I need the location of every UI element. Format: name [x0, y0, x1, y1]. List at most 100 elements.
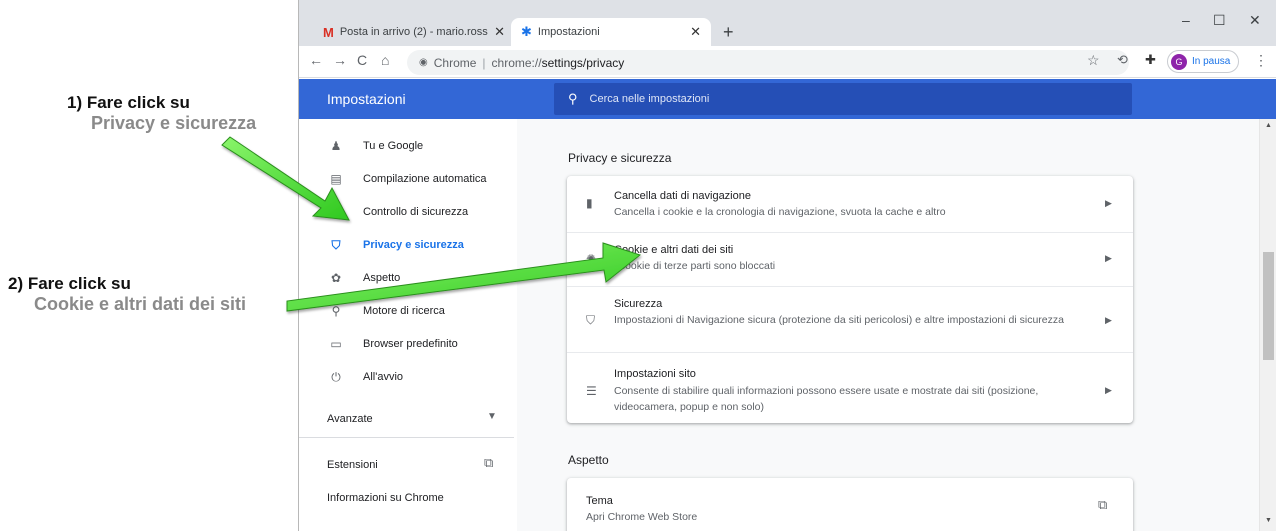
menu-dots-icon[interactable]: ⋮ — [1254, 52, 1268, 69]
omnibox-separator: | — [482, 55, 486, 70]
open-external-icon[interactable]: ⧉ — [484, 455, 493, 471]
sidebar-item-label: Aspetto — [363, 272, 401, 284]
cookie-icon: ✺ — [586, 252, 597, 266]
scroll-down-icon[interactable]: ▼ — [1265, 517, 1272, 524]
url-host: chrome:// — [491, 55, 542, 70]
shield-check-icon: ◈ — [331, 205, 341, 219]
scrollbar-thumb[interactable] — [1263, 252, 1274, 360]
row-title: Impostazioni sito — [614, 368, 696, 380]
bookmark-star-icon[interactable]: ☆ — [1087, 52, 1100, 69]
chevron-down-icon[interactable]: ▼ — [487, 411, 497, 422]
trash-icon: ▮ — [586, 196, 593, 210]
annotation-step-2-label: 2) Fare click su — [8, 274, 131, 293]
sidebar-item-search-engine[interactable]: ⚲ Motore di ricerca — [299, 296, 517, 326]
tab-gmail[interactable]: M Posta in arrivo (2) - mario.rossi@ ✕ — [313, 18, 515, 46]
maximize-button[interactable]: ☐ — [1213, 12, 1226, 29]
annotation-step-2: 2) Fare click su Cookie e altri dati dei… — [8, 274, 246, 314]
row-cookies[interactable]: ✺ Cookie e altri dati dei siti I cookie … — [567, 232, 1133, 286]
sidebar-advanced[interactable]: Avanzate — [327, 413, 373, 425]
window-close-button[interactable]: ✕ — [1249, 12, 1261, 29]
row-subtitle: I cookie di terze parti sono bloccati — [614, 260, 776, 272]
profile-status: In pausa — [1192, 56, 1231, 67]
close-icon[interactable]: ✕ — [690, 24, 701, 40]
search-icon: ⚲ — [568, 91, 578, 106]
sidebar-item-default-browser[interactable]: ▭ Browser predefinito — [299, 329, 517, 359]
browser-toolbar: ← → C ⌂ ◉ Chrome | chrome://settings/pri… — [299, 46, 1276, 78]
sidebar-item-safety-check[interactable]: ◈ Controllo di sicurezza — [299, 197, 517, 227]
row-site-settings[interactable]: ☰ Impostazioni sito Consente di stabilir… — [567, 352, 1133, 423]
open-external-icon[interactable]: ⧉ — [1098, 497, 1107, 513]
sidebar-item-label: Controllo di sicurezza — [363, 206, 469, 218]
row-title: Tema — [586, 495, 613, 507]
sidebar-item-autofill[interactable]: ▤ Compilazione automatica — [299, 164, 517, 194]
tab-title: Posta in arrivo (2) - mario.rossi@ — [339, 26, 488, 38]
sidebar-divider — [299, 437, 514, 438]
search-icon: ⚲ — [331, 304, 341, 318]
screenshot-stage: 1) Fare click su Privacy e sicurezza 2) … — [0, 0, 1276, 531]
annotation-step-1-target: Privacy e sicurezza — [91, 112, 257, 133]
sidebar-item-on-startup[interactable]: ⏻ All'avvio — [299, 362, 517, 392]
row-subtitle: Impostazioni di Navigazione sicura (prot… — [614, 314, 1064, 326]
row-security[interactable]: ⛉ Sicurezza Impostazioni di Navigazione … — [567, 286, 1133, 352]
power-icon: ⏻ — [331, 369, 341, 384]
row-theme[interactable]: Tema Apri Chrome Web Store ⧉ — [567, 478, 1133, 531]
sidebar-item-appearance[interactable]: ✿ Aspetto — [299, 263, 517, 293]
sidebar-about-chrome[interactable]: Informazioni su Chrome — [327, 492, 444, 504]
forward-icon[interactable]: → — [333, 52, 347, 68]
row-subtitle: Consente di stabilire quali informazioni… — [614, 385, 1039, 413]
row-clear-browsing-data[interactable]: ▮ Cancella dati di navigazione Cancella … — [567, 176, 1133, 232]
section-title-appearance: Aspetto — [568, 453, 609, 467]
settings-header: Impostazioni ⚲ — [299, 79, 1276, 119]
row-subtitle: Cancella i cookie e la cronologia di nav… — [614, 206, 946, 218]
minimize-button[interactable]: – — [1182, 12, 1190, 28]
annotation-step-1: 1) Fare click su Privacy e sicurezza — [67, 93, 256, 133]
person-icon: ♟ — [330, 139, 342, 153]
row-title: Cancella dati di navigazione — [614, 190, 751, 202]
palette-icon: ✿ — [330, 271, 342, 285]
search-input[interactable] — [589, 93, 1070, 105]
reload-icon[interactable]: C — [357, 52, 367, 68]
scroll-up-icon[interactable]: ▲ — [1265, 122, 1272, 129]
browser-window: M Posta in arrivo (2) - mario.rossi@ ✕ ✱… — [298, 0, 1276, 531]
row-title: Sicurezza — [614, 298, 663, 310]
sidebar-extensions[interactable]: Estensioni — [327, 459, 378, 471]
shield-icon: ⛉ — [586, 313, 596, 327]
chevron-right-icon: ▶ — [1105, 315, 1112, 325]
sidebar-item-label: Motore di ricerca — [363, 305, 445, 317]
close-icon[interactable]: ✕ — [494, 24, 505, 40]
settings-gear-icon: ✱ — [521, 24, 532, 39]
history-icon[interactable]: ⟲ — [1117, 52, 1128, 68]
tab-strip: M Posta in arrivo (2) - mario.rossi@ ✕ ✱… — [299, 0, 1276, 46]
row-title: Cookie e altri dati dei siti — [614, 244, 734, 256]
url-path: settings/privacy — [541, 55, 625, 70]
shield-icon: ⛉ — [331, 237, 341, 252]
tune-icon: ☰ — [586, 384, 597, 398]
settings-sidebar: ♟ Tu e Google ▤ Compilazione automatica … — [299, 119, 517, 531]
chevron-right-icon: ▶ — [1105, 253, 1112, 263]
clipboard-icon: ▤ — [330, 172, 342, 186]
extensions-puzzle-icon[interactable]: ✚ — [1145, 52, 1156, 68]
sidebar-item-privacy[interactable]: ⛉ Privacy e sicurezza — [299, 230, 517, 260]
sidebar-item-label: Tu e Google — [363, 140, 424, 152]
annotation-step-2-target: Cookie e altri dati dei siti — [34, 293, 247, 314]
sidebar-item-tu-e-google[interactable]: ♟ Tu e Google — [299, 131, 517, 161]
new-tab-button[interactable]: + — [723, 18, 734, 46]
sidebar-item-label: All'avvio — [363, 371, 404, 383]
sidebar-item-label: Browser predefinito — [363, 338, 458, 350]
tab-settings[interactable]: ✱ Impostazioni ✕ — [511, 18, 711, 46]
settings-search[interactable]: ⚲ — [554, 83, 1132, 115]
sidebar-item-label: Privacy e sicurezza — [363, 239, 464, 251]
back-icon[interactable]: ← — [309, 52, 323, 68]
home-icon[interactable]: ⌂ — [381, 52, 389, 68]
profile-button[interactable]: G In pausa — [1167, 50, 1239, 73]
section-title-privacy: Privacy e sicurezza — [568, 151, 672, 165]
settings-main: Privacy e sicurezza ▮ Cancella dati di n… — [517, 119, 1267, 531]
row-subtitle: Apri Chrome Web Store — [586, 511, 698, 523]
chevron-right-icon: ▶ — [1105, 198, 1112, 208]
annotation-step-1-label: 1) Fare click su — [67, 93, 190, 112]
site-label: Chrome — [433, 55, 477, 70]
page-title: Impostazioni — [327, 91, 406, 107]
scrollbar[interactable]: ▲ ▼ — [1259, 119, 1276, 531]
chrome-site-icon: ◉ — [419, 57, 428, 68]
address-bar[interactable]: ◉ Chrome | chrome://settings/privacy — [407, 50, 1129, 75]
